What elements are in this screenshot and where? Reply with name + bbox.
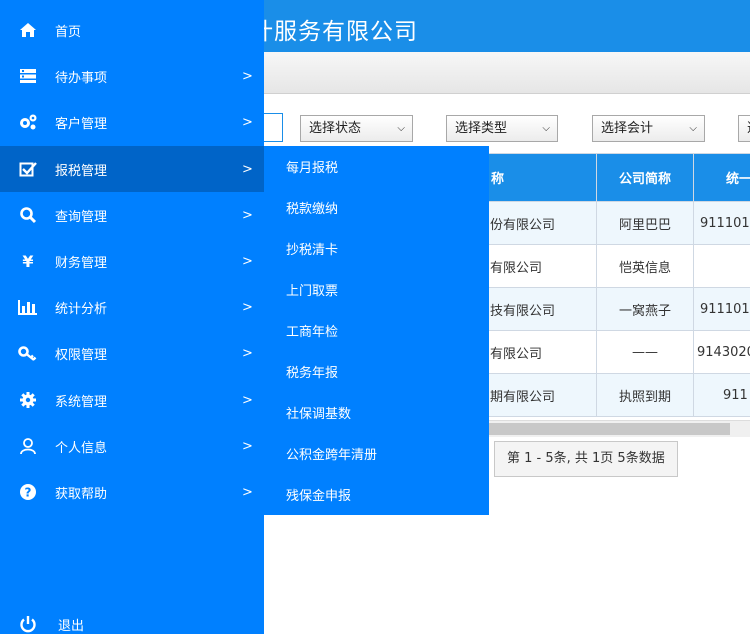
short-name-cell: 阿里巴巴 — [596, 201, 694, 245]
search-input[interactable] — [264, 113, 283, 142]
key-icon — [17, 342, 39, 364]
chevron-right-icon: > — [242, 207, 253, 223]
home-icon — [17, 19, 39, 41]
chevron-right-icon: > — [242, 392, 253, 408]
list-icon — [17, 65, 39, 87]
credit-code-cell: 9143020 — [693, 330, 750, 374]
submenu-item-tax-payment[interactable]: 税款缴纳 — [264, 187, 489, 228]
sidebar-item-label: 待办事项 — [55, 70, 108, 86]
column-header-short-name[interactable]: 公司简称 — [596, 153, 694, 202]
submenu-item-social-security[interactable]: 社保调基数 — [264, 392, 489, 433]
credit-code-cell: 911 — [693, 373, 750, 417]
sidebar-item-label: 客户管理 — [55, 116, 108, 132]
sidebar-item-label: 财务管理 — [55, 255, 108, 271]
help-icon: ? — [17, 481, 39, 503]
short-name-cell: 恺英信息 — [596, 244, 694, 288]
short-name-cell: 一窝燕子 — [596, 287, 694, 331]
logout-button[interactable]: 退出 — [0, 601, 264, 634]
chevron-right-icon: > — [242, 438, 253, 454]
submenu-item-disability-fund[interactable]: 残保金申报 — [264, 474, 489, 515]
chevron-right-icon: > — [242, 161, 253, 177]
credit-code-cell: 911101 — [693, 201, 750, 245]
submenu-item-label: 每月报税 — [286, 161, 339, 176]
short-name-cell: —— — [596, 330, 694, 374]
submenu-item-label: 工商年检 — [286, 325, 339, 340]
chevron-right-icon: > — [242, 68, 253, 84]
sidebar-item-label: 统计分析 — [55, 301, 108, 317]
chevron-right-icon: > — [242, 253, 253, 269]
submenu-item-label: 社保调基数 — [286, 407, 352, 422]
sidebar-item-label: 获取帮助 — [55, 486, 108, 502]
sidebar-item-profile[interactable]: 个人信息 > — [0, 423, 264, 469]
pagination-info: 第 1 - 5条, 共 1页 5条数据 — [494, 441, 678, 477]
accountant-select-label: 选择会计 — [601, 121, 654, 136]
search-icon — [17, 204, 39, 226]
type-select[interactable]: 选择类型 ⌵ — [446, 115, 558, 142]
status-select-label: 选择状态 — [309, 121, 362, 136]
chevron-right-icon: > — [242, 299, 253, 315]
submenu-item-monthly-tax[interactable]: 每月报税 — [264, 146, 489, 187]
sidebar-item-todo[interactable]: 待办事项 > — [0, 53, 264, 99]
svg-text:?: ? — [25, 486, 32, 500]
submenu-item-label: 税务年报 — [286, 366, 339, 381]
submenu-item-label: 残保金申报 — [286, 489, 352, 504]
sidebar-item-label: 个人信息 — [55, 440, 108, 456]
credit-code-cell: 911101 — [693, 287, 750, 331]
extra-select[interactable]: 选 — [738, 115, 750, 142]
sidebar-item-customers[interactable]: 客户管理 > — [0, 99, 264, 145]
sidebar-item-system[interactable]: 系统管理 > — [0, 377, 264, 423]
sidebar-item-statistics[interactable]: 统计分析 > — [0, 284, 264, 330]
sidebar-item-home[interactable]: 首页 — [0, 7, 264, 53]
sidebar-item-label: 系统管理 — [55, 394, 108, 410]
sidebar: 首页 待办事项 > 客户管理 > 报税管理 > 查询管理 > ¥ 财务管理 > — [0, 0, 264, 634]
power-icon — [17, 613, 39, 634]
yen-icon: ¥ — [22, 251, 34, 271]
column-header-credit-code[interactable]: 统一 — [693, 153, 750, 202]
sidebar-item-query[interactable]: 查询管理 > — [0, 192, 264, 238]
chevron-down-icon: ⌵ — [397, 123, 405, 134]
submenu-item-label: 公积金跨年清册 — [286, 448, 378, 463]
gear-icon — [17, 389, 39, 411]
chevron-down-icon: ⌵ — [689, 123, 697, 134]
logout-label: 退出 — [58, 618, 85, 634]
type-select-label: 选择类型 — [455, 121, 508, 136]
sidebar-item-finance[interactable]: ¥ 财务管理 > — [0, 238, 264, 284]
submenu-item-annual-tax-report[interactable]: 税务年报 — [264, 351, 489, 392]
sidebar-item-label: 查询管理 — [55, 209, 108, 225]
sidebar-item-label: 首页 — [55, 24, 82, 40]
status-select[interactable]: 选择状态 ⌵ — [300, 115, 413, 142]
credit-code-cell — [693, 244, 750, 288]
submenu-item-label: 上门取票 — [286, 284, 339, 299]
sidebar-item-tax[interactable]: 报税管理 > — [0, 146, 264, 192]
check-square-icon — [17, 158, 39, 180]
cogs-icon — [17, 111, 39, 133]
accountant-select[interactable]: 选择会计 ⌵ — [592, 115, 705, 142]
chevron-down-icon: ⌵ — [542, 123, 550, 134]
toolbar-strip — [264, 52, 750, 94]
user-icon — [17, 435, 39, 457]
submenu-item-clear-card[interactable]: 抄税清卡 — [264, 228, 489, 269]
sidebar-item-label: 权限管理 — [55, 347, 108, 363]
sidebar-item-permissions[interactable]: 权限管理 > — [0, 330, 264, 376]
chevron-right-icon: > — [242, 484, 253, 500]
submenu-item-annual-inspection[interactable]: 工商年检 — [264, 310, 489, 351]
submenu-item-label: 抄税清卡 — [286, 243, 339, 258]
submenu-item-label: 税款缴纳 — [286, 202, 339, 217]
sidebar-item-help[interactable]: ? 获取帮助 > — [0, 469, 264, 515]
page-title: 计服务有限公司 — [250, 19, 418, 45]
bar-chart-icon — [17, 296, 39, 318]
short-name-cell: 执照到期 — [596, 373, 694, 417]
tax-submenu: 每月报税 税款缴纳 抄税清卡 上门取票 工商年检 税务年报 社保调基数 公积金跨… — [264, 146, 489, 515]
sidebar-item-label: 报税管理 — [55, 163, 108, 179]
chevron-right-icon: > — [242, 345, 253, 361]
submenu-item-housing-fund[interactable]: 公积金跨年清册 — [264, 433, 489, 474]
chevron-right-icon: > — [242, 114, 253, 130]
submenu-item-ticket-pickup[interactable]: 上门取票 — [264, 269, 489, 310]
